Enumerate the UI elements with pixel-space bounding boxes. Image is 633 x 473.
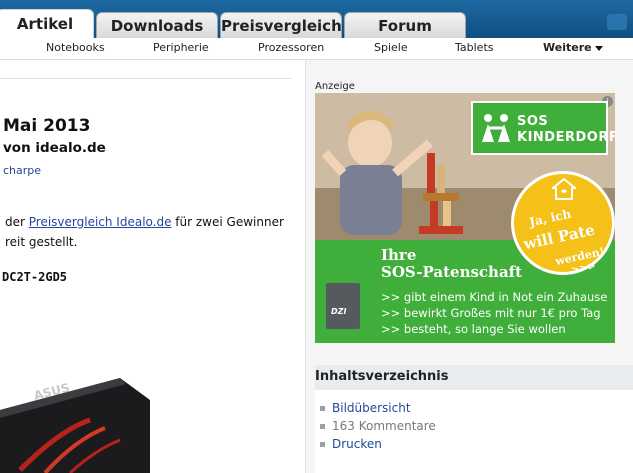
subnav-prozessoren[interactable]: Prozessoren xyxy=(258,41,324,54)
subnav-tablets[interactable]: Tablets xyxy=(455,41,494,54)
bullet-icon xyxy=(320,406,325,411)
paragraph-text: der xyxy=(5,215,29,229)
ad-headline: SOS-Patenschaft xyxy=(381,263,523,281)
toc-header: Inhaltsverzeichnis xyxy=(315,365,633,390)
ad-bullet: >> gibt einem Kind in Not ein Zuhause xyxy=(381,290,608,304)
tab-downloads[interactable]: Downloads xyxy=(96,12,218,38)
account-icon[interactable] xyxy=(607,14,627,30)
bullet-icon xyxy=(320,424,325,429)
sos-figures-icon xyxy=(482,114,510,142)
table-of-contents: Inhaltsverzeichnis Bildübersicht 163 Kom… xyxy=(315,365,633,473)
top-nav-bar: Artikel Downloads Preisvergleich Forum xyxy=(0,0,633,39)
subnav-more[interactable]: Weitere xyxy=(543,41,603,54)
author-link[interactable]: charpe xyxy=(3,164,41,177)
tab-artikel[interactable]: Artikel xyxy=(0,9,94,39)
tab-forum[interactable]: Forum xyxy=(344,12,466,38)
ad-headline: Ihre xyxy=(381,246,417,264)
brand-text: SOS xyxy=(517,114,549,129)
article-title: Mai 2013 xyxy=(3,116,91,136)
toc-item-bilduebersicht[interactable]: Bildübersicht xyxy=(320,401,411,415)
sos-logo: SOS KINDERDORF xyxy=(471,101,615,155)
divider xyxy=(0,78,292,79)
product-model: DC2T-2GD5 xyxy=(2,270,68,284)
ad-bullet: >> besteht, so lange Sie wollen xyxy=(381,322,566,336)
chevron-down-icon xyxy=(594,45,603,51)
subnav-more-label: Weitere xyxy=(543,41,592,54)
article-subtitle: von idealo.de xyxy=(3,140,106,156)
ad-label: Anzeige xyxy=(315,81,355,92)
toc-title: Inhaltsverzeichnis xyxy=(315,369,449,384)
tab-preisvergleich[interactable]: Preisvergleich xyxy=(220,12,342,38)
preisvergleich-link[interactable]: Preisvergleich Idealo.de xyxy=(29,215,172,229)
house-icon xyxy=(552,178,576,200)
toc-item-label: 163 Kommentare xyxy=(332,419,436,433)
paragraph: der Preisvergleich Idealo.de für zwei Ge… xyxy=(5,215,284,229)
paragraph-text: für zwei Gewinner xyxy=(171,215,284,229)
tab-label: Preisvergleich xyxy=(221,17,342,35)
brand-text: KINDERDORF xyxy=(517,130,615,145)
tab-label: Downloads xyxy=(110,17,204,35)
subnav-notebooks[interactable]: Notebooks xyxy=(46,41,105,54)
article-content: Mai 2013 von idealo.de charpe der Preisv… xyxy=(0,60,306,473)
bullet-icon xyxy=(320,442,325,447)
tab-label: Artikel xyxy=(16,15,74,33)
graphics-card-image[interactable]: ASUS xyxy=(0,370,150,473)
toc-item-label: Bildübersicht xyxy=(332,401,411,415)
paragraph: reit gestellt. xyxy=(5,235,78,249)
toc-item-label: Drucken xyxy=(332,437,382,451)
tab-label: Forum xyxy=(378,17,432,35)
subnav-spiele[interactable]: Spiele xyxy=(374,41,408,54)
seal-text: DZI xyxy=(331,307,347,316)
right-sidebar: Anzeige i xyxy=(306,60,633,473)
dzi-seal-icon: DZI xyxy=(326,283,360,329)
subnav-peripherie[interactable]: Peripherie xyxy=(153,41,209,54)
toc-item-drucken[interactable]: Drucken xyxy=(320,437,382,451)
toc-item-kommentare[interactable]: 163 Kommentare xyxy=(320,419,436,433)
sub-navigation: Notebooks Peripherie Prozessoren Spiele … xyxy=(0,38,633,60)
ad-bullet: >> bewirkt Großes mit nur 1€ pro Tag xyxy=(381,306,601,320)
sos-advertisement[interactable]: i SOS KINDERDORF Ja, ich will Pate werde… xyxy=(315,93,615,343)
